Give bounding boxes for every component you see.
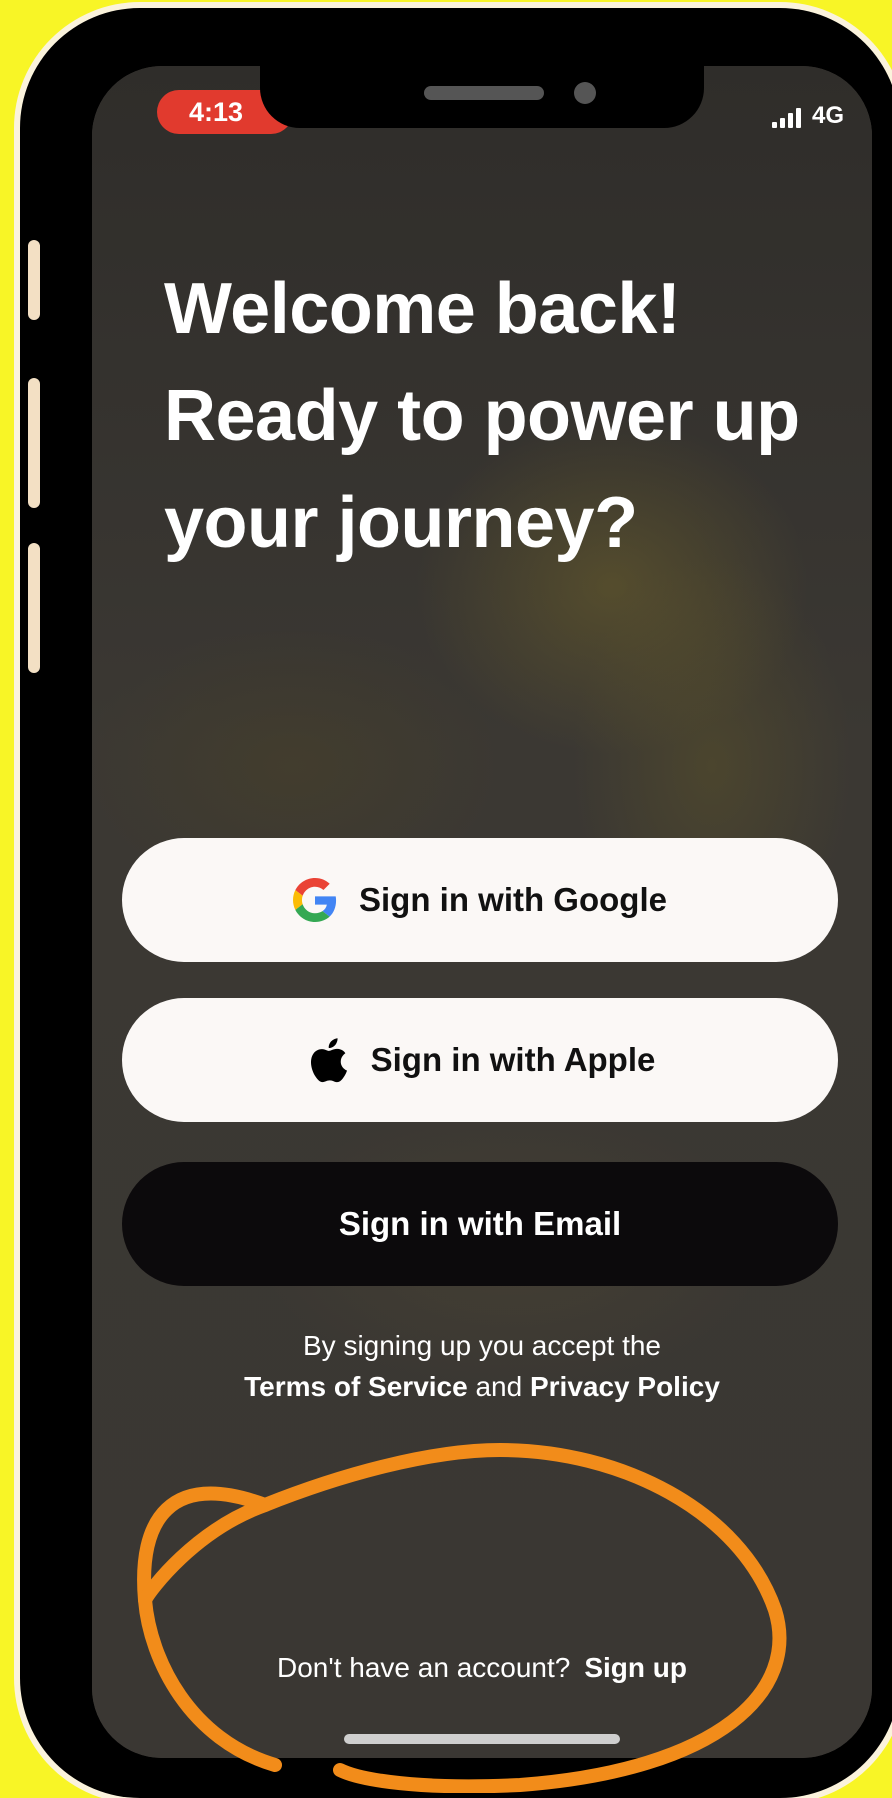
google-button-label: Sign in with Google	[359, 881, 667, 918]
phone-frame: 4:13 4G Welcome back! Ready to power up …	[20, 8, 892, 1798]
front-camera	[574, 82, 596, 104]
sign-in-email-button[interactable]: Sign in with Email	[122, 1162, 838, 1286]
sign-in-apple-button[interactable]: Sign in with Apple	[122, 998, 838, 1122]
notch	[260, 66, 704, 128]
speaker-grille	[424, 86, 544, 100]
mute-switch	[28, 240, 40, 320]
signal-bars-icon	[772, 108, 802, 128]
google-icon	[293, 878, 337, 922]
signup-prompt: Don't have an account?	[277, 1652, 571, 1683]
volume-down-button	[28, 543, 40, 673]
terms-of-service-link[interactable]: Terms of Service	[244, 1371, 468, 1402]
legal-conjunction: and	[475, 1371, 523, 1402]
volume-up-button	[28, 378, 40, 508]
battery-icon	[870, 105, 872, 123]
sign-up-link[interactable]: Sign up	[584, 1652, 687, 1683]
sign-in-google-button[interactable]: Sign in with Google	[122, 838, 838, 962]
signup-row: Don't have an account? Sign up	[92, 1652, 872, 1684]
privacy-policy-link[interactable]: Privacy Policy	[530, 1371, 720, 1402]
network-label: 4G	[812, 102, 845, 129]
home-indicator[interactable]	[344, 1734, 620, 1744]
legal-links: Terms of Service and Privacy Policy	[92, 1371, 872, 1403]
email-button-label: Sign in with Email	[338, 1205, 622, 1242]
welcome-headline: Welcome back! Ready to power up your jou…	[164, 269, 800, 563]
apple-icon	[310, 1038, 347, 1083]
app-screen: 4:13 4G Welcome back! Ready to power up …	[92, 66, 872, 1758]
apple-button-label: Sign in with Apple	[370, 1041, 656, 1078]
legal-notice: By signing up you accept the	[302, 1330, 661, 1361]
